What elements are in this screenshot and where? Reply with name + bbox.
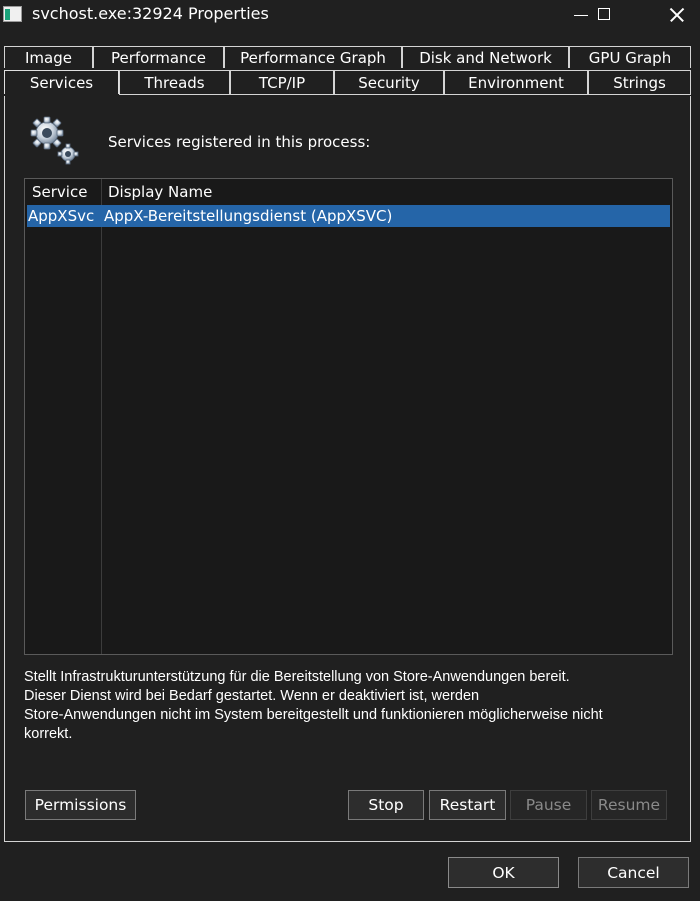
cancel-button[interactable]: Cancel: [578, 857, 689, 888]
cell-service: AppXSvc: [28, 207, 95, 225]
column-header-service[interactable]: Service: [32, 183, 87, 201]
tab-threads[interactable]: Threads: [119, 70, 230, 95]
app-icon: [3, 6, 22, 22]
list-header: Service Display Name: [25, 179, 672, 205]
ok-button[interactable]: OK: [448, 857, 559, 888]
title-bar: svchost.exe:32924 Properties: [0, 0, 700, 32]
gears-icon: [28, 114, 80, 166]
services-heading: Services registered in this process:: [108, 133, 371, 151]
tab-services[interactable]: Services: [4, 70, 119, 94]
tab-security[interactable]: Security: [334, 70, 444, 95]
window-title: svchost.exe:32924 Properties: [32, 4, 269, 23]
column-divider[interactable]: [101, 179, 102, 654]
permissions-button[interactable]: Permissions: [25, 790, 136, 820]
tab-strings[interactable]: Strings: [588, 70, 691, 95]
tab-performance-graph[interactable]: Performance Graph: [224, 46, 402, 68]
tab-environment[interactable]: Environment: [444, 70, 588, 95]
tab-disk-and-network[interactable]: Disk and Network: [402, 46, 569, 68]
maximize-icon: [598, 8, 610, 20]
table-row[interactable]: AppXSvc AppX-Bereitstellungsdienst (AppX…: [27, 205, 670, 227]
tab-tcpip[interactable]: TCP/IP: [230, 70, 334, 95]
close-button[interactable]: [653, 0, 699, 30]
tab-gpu-graph[interactable]: GPU Graph: [569, 46, 691, 68]
service-description: Stellt Infrastrukturunterstützung für di…: [24, 669, 603, 742]
tab-performance[interactable]: Performance: [93, 46, 224, 68]
column-header-display-name[interactable]: Display Name: [108, 183, 212, 201]
resume-button[interactable]: Resume: [591, 790, 667, 820]
tab-image[interactable]: Image: [4, 46, 93, 68]
stop-button[interactable]: Stop: [348, 790, 424, 820]
pause-button[interactable]: Pause: [510, 790, 587, 820]
services-list[interactable]: Service Display Name AppXSvc AppX-Bereit…: [24, 178, 673, 655]
cell-display-name: AppX-Bereitstellungsdienst (AppXSVC): [104, 207, 393, 225]
restart-button[interactable]: Restart: [429, 790, 506, 820]
maximize-button[interactable]: [581, 0, 627, 30]
